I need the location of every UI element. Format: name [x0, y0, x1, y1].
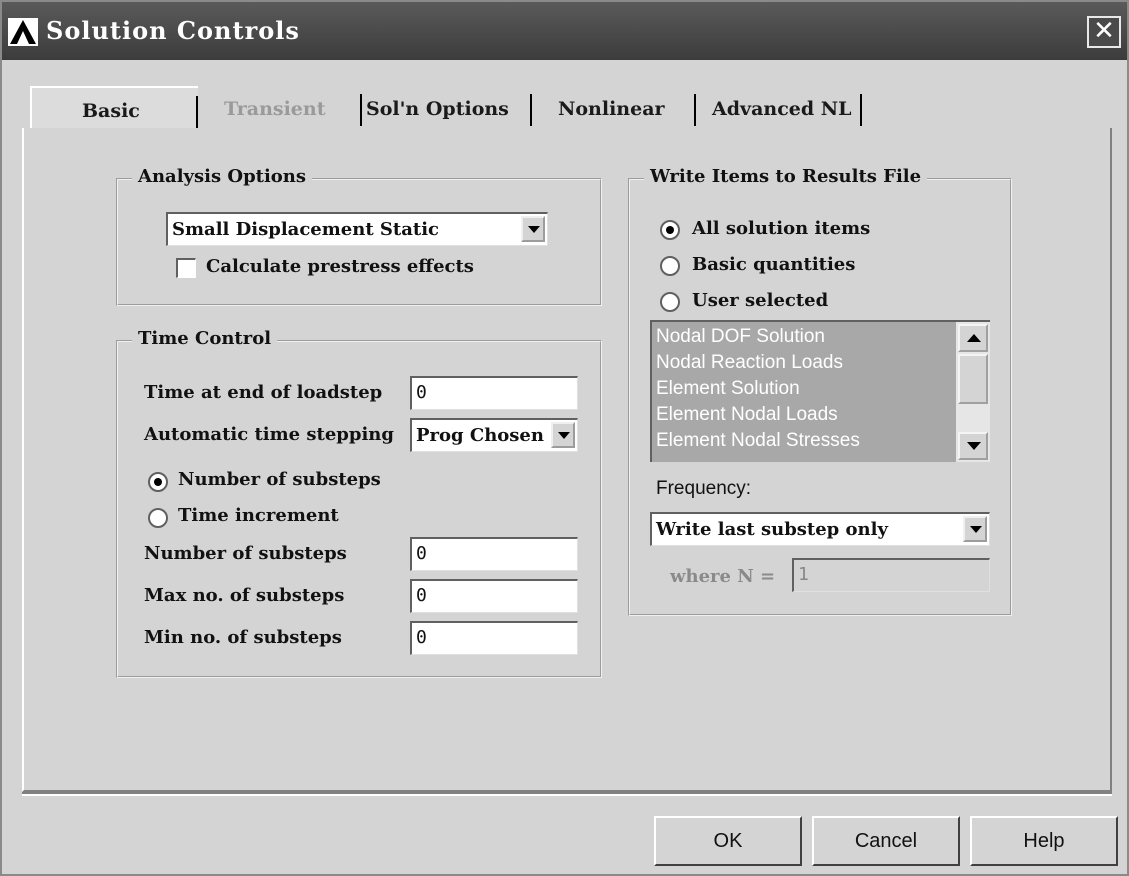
tab-basic[interactable]: Basic — [30, 86, 198, 128]
time-control-legend: Time Control — [132, 328, 278, 349]
chevron-down-icon[interactable] — [963, 516, 987, 542]
radio-all-label: All solution items — [692, 218, 871, 239]
tab-advanced-nl[interactable]: Advanced NL — [696, 86, 862, 128]
solution-controls-dialog: Solution Controls ✕ Basic Transient Sol'… — [0, 0, 1129, 876]
scroll-up-icon[interactable] — [958, 324, 988, 352]
tab-divider — [860, 94, 862, 126]
tab-transient[interactable]: Transient — [198, 86, 362, 128]
listbox-scrollbar[interactable] — [956, 322, 990, 462]
max-substeps-label: Max no. of substeps — [144, 585, 345, 606]
tab-nonlinear[interactable]: Nonlinear — [532, 86, 696, 128]
auto-step-select[interactable]: Prog Chosen — [410, 418, 578, 452]
radio-all-solution-items[interactable] — [660, 220, 680, 240]
frequency-label: Frequency: — [656, 478, 752, 499]
list-item[interactable]: Nodal DOF Solution — [656, 326, 825, 348]
time-end-input[interactable]: 0 — [410, 376, 578, 410]
radio-substeps-label: Number of substeps — [178, 469, 381, 490]
radio-number-of-substeps[interactable] — [148, 472, 168, 492]
radio-user-selected[interactable] — [660, 292, 680, 312]
write-items-legend: Write Items to Results File — [644, 166, 928, 187]
cancel-button[interactable]: Cancel — [812, 816, 960, 866]
help-button[interactable]: Help — [970, 816, 1118, 866]
auto-step-label: Automatic time stepping — [144, 424, 394, 445]
tab-label: Advanced NL — [712, 98, 852, 120]
num-substeps-input[interactable]: 0 — [410, 537, 578, 571]
scroll-thumb[interactable] — [958, 354, 988, 404]
tab-label: Nonlinear — [558, 98, 665, 120]
radio-increment-label: Time increment — [178, 505, 339, 526]
analysis-type-select[interactable]: Small Displacement Static — [166, 212, 548, 246]
window-title: Solution Controls — [46, 16, 300, 45]
close-button[interactable]: ✕ — [1087, 16, 1121, 48]
where-n-input[interactable]: 1 — [792, 558, 990, 592]
frequency-value: Write last substep only — [656, 519, 888, 540]
analysis-options-legend: Analysis Options — [132, 166, 313, 187]
title-bar[interactable]: Solution Controls ✕ — [2, 2, 1127, 60]
tab-soln-options[interactable]: Sol'n Options — [362, 86, 532, 128]
dialog-separator — [22, 792, 1112, 796]
scroll-down-icon[interactable] — [958, 432, 988, 460]
analysis-type-value: Small Displacement Static — [172, 219, 439, 240]
min-substeps-label: Min no. of substeps — [144, 627, 342, 648]
auto-step-value: Prog Chosen — [416, 425, 544, 446]
ansys-logo-icon — [8, 18, 38, 46]
radio-basic-quantities[interactable] — [660, 256, 680, 276]
chevron-down-icon[interactable] — [521, 216, 545, 242]
results-items-listbox[interactable]: Nodal DOF Solution Nodal Reaction Loads … — [650, 320, 990, 462]
tab-label: Basic — [82, 100, 140, 122]
tab-label: Sol'n Options — [366, 98, 509, 120]
list-item[interactable]: Element Solution — [656, 378, 800, 400]
list-item[interactable]: Element Nodal Loads — [656, 404, 838, 426]
radio-basic-label: Basic quantities — [692, 254, 856, 275]
min-substeps-input[interactable]: 0 — [410, 621, 578, 655]
tab-label: Transient — [224, 98, 326, 120]
radio-user-label: User selected — [692, 290, 829, 311]
time-end-label: Time at end of loadstep — [144, 382, 383, 403]
radio-time-increment[interactable] — [148, 508, 168, 528]
max-substeps-input[interactable]: 0 — [410, 579, 578, 613]
num-substeps-label: Number of substeps — [144, 543, 347, 564]
list-item[interactable]: Nodal Reaction Loads — [656, 352, 843, 374]
frequency-select[interactable]: Write last substep only — [650, 512, 990, 546]
chevron-down-icon[interactable] — [551, 422, 575, 448]
prestress-label: Calculate prestress effects — [206, 256, 474, 277]
prestress-checkbox[interactable] — [176, 258, 196, 278]
where-n-label: where N = — [670, 566, 776, 587]
ok-button[interactable]: OK — [654, 816, 802, 866]
list-item[interactable]: Element Nodal Stresses — [656, 430, 860, 452]
